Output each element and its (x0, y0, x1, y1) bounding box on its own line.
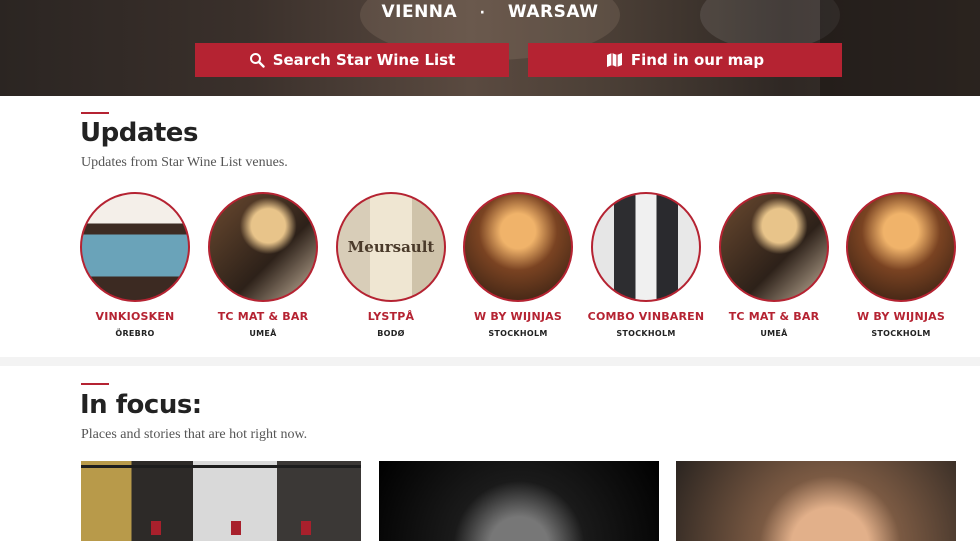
venue-card[interactable]: COMBO VINBAREN STOCKHOLM (586, 192, 706, 338)
updates-section: Updates Updates from Star Wine List venu… (0, 96, 980, 357)
venue-card[interactable]: TC MAT & BAR UMEÅ (714, 192, 834, 338)
map-icon (606, 53, 622, 67)
venue-card[interactable]: W BY WIJNJAS STOCKHOLM (458, 192, 578, 338)
venue-city: UMEÅ (249, 329, 277, 338)
venue-image (463, 192, 573, 302)
venue-city: UMEÅ (760, 329, 788, 338)
city-link-warsaw[interactable]: WARSAW (508, 2, 599, 22)
venue-city: STOCKHOLM (616, 329, 676, 338)
venue-image (80, 192, 190, 302)
venue-name: VINKIOSKEN (95, 310, 175, 323)
in-focus-subtitle: Places and stories that are hot right no… (81, 427, 308, 442)
venue-name: LYSTPÅ (367, 310, 415, 323)
venue-city: ÖREBRO (115, 329, 155, 338)
venue-name: W BY WIJNJAS (474, 310, 562, 323)
ceiling-beam (81, 465, 361, 468)
venue-city: STOCKHOLM (488, 329, 548, 338)
map-button[interactable]: Find in our map (528, 43, 842, 77)
venue-name: COMBO VINBAREN (587, 310, 705, 323)
bottle-label-text: Meursault (347, 238, 435, 256)
hero-banner: VIENNA · WARSAW Search Star Wine List Fi… (0, 0, 980, 96)
title-accent (81, 112, 109, 114)
chair (151, 521, 161, 535)
search-icon (249, 53, 265, 68)
in-focus-section: In focus: Places and stories that are ho… (0, 366, 980, 541)
search-button-label: Search Star Wine List (272, 51, 456, 69)
in-focus-title: In focus: (80, 390, 202, 420)
venue-image: Meursault (336, 192, 446, 302)
chair (301, 521, 311, 535)
venue-card[interactable]: TC MAT & BAR UMEÅ (203, 192, 323, 338)
city-links: VIENNA · WARSAW (0, 2, 980, 22)
venue-name: TC MAT & BAR (728, 310, 820, 323)
chair (231, 521, 241, 535)
venue-name: TC MAT & BAR (217, 310, 309, 323)
venue-city: BODØ (377, 329, 405, 338)
city-separator: · (479, 5, 486, 21)
title-accent (81, 383, 109, 385)
venue-card[interactable]: VINKIOSKEN ÖREBRO (75, 192, 195, 338)
focus-card-image[interactable] (379, 461, 659, 541)
venue-image (591, 192, 701, 302)
updates-subtitle: Updates from Star Wine List venues. (81, 155, 288, 170)
venue-image (846, 192, 956, 302)
venue-name: W BY WIJNJAS (857, 310, 945, 323)
venue-card[interactable]: W BY WIJNJAS STOCKHOLM (841, 192, 961, 338)
venue-image (208, 192, 318, 302)
focus-card-image[interactable] (81, 461, 361, 541)
venue-city: STOCKHOLM (871, 329, 931, 338)
map-button-label: Find in our map (630, 51, 765, 69)
focus-card-image[interactable] (676, 461, 956, 541)
venue-image (719, 192, 829, 302)
city-link-vienna[interactable]: VIENNA (381, 2, 457, 22)
venue-card[interactable]: Meursault LYSTPÅ BODØ (331, 192, 451, 338)
updates-title: Updates (80, 118, 198, 148)
search-button[interactable]: Search Star Wine List (195, 43, 509, 77)
